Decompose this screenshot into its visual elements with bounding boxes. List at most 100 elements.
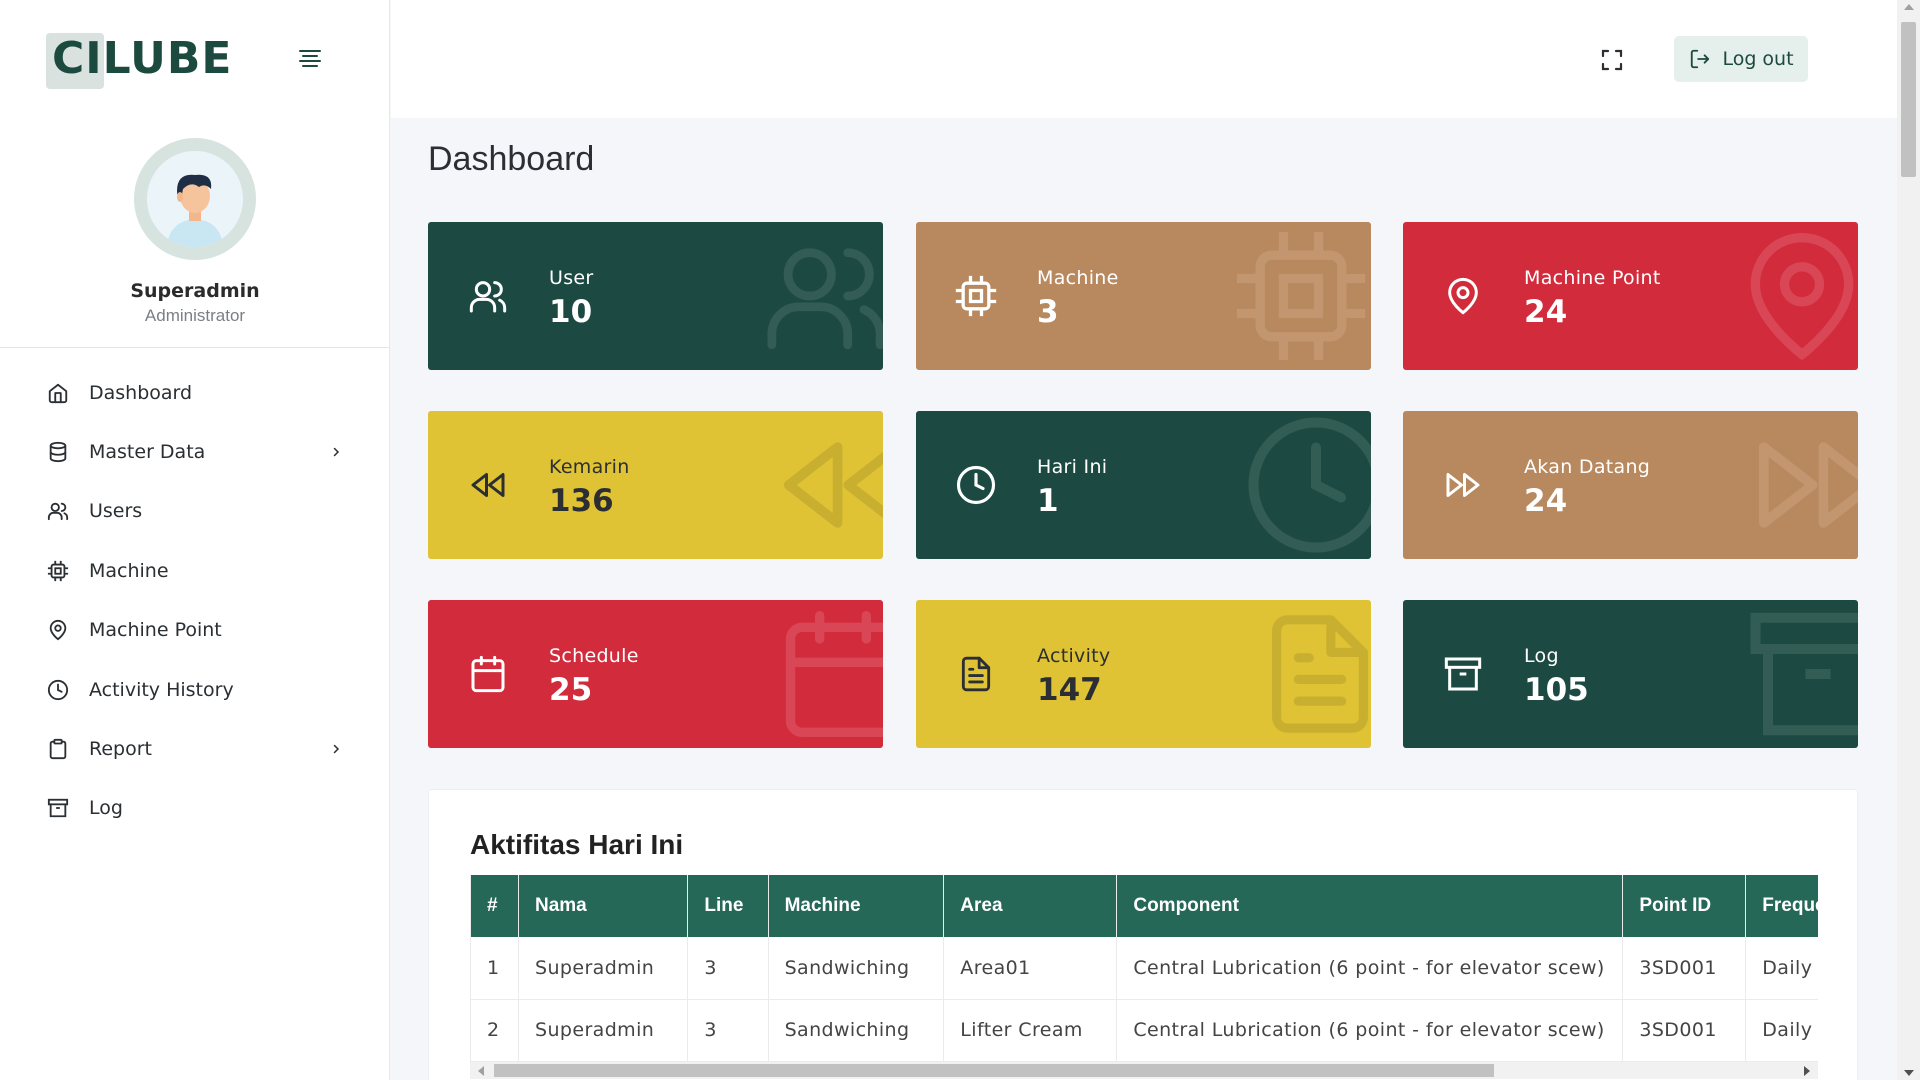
brand-logo[interactable]: CILUBE [46,30,233,89]
sidebar-item-label: Machine Point [89,619,222,642]
table-row[interactable]: 1 Superadmin 3 Sandwiching Area01 Centra… [470,937,1818,1000]
sidebar-item-dashboard[interactable]: Dashboard [0,363,390,422]
brand-name: CILUBE [52,32,233,84]
column-header[interactable]: Component [1116,875,1624,937]
fast-forward-icon [1738,420,1858,550]
table-cell: Central Lubrication (6 point - for eleva… [1116,999,1624,1062]
clock-icon [954,463,998,507]
archive-icon [1441,652,1485,696]
table-cell: 3SD001 [1622,999,1747,1062]
table-cell: Superadmin [518,999,689,1062]
horizontal-scrollbar[interactable] [470,1062,1818,1079]
stat-value: 136 [549,483,614,519]
activity-table: # Nama Line Machine Area Component Point… [470,875,1818,1062]
profile-role: Administrator [144,306,246,325]
stat-value: 147 [1037,672,1102,708]
sidebar-item-machine[interactable]: Machine [0,541,390,600]
stat-card-kemarin[interactable]: Kemarin 136 [428,411,883,559]
logout-button[interactable]: Log out [1674,36,1808,82]
stat-label: Akan Datang [1524,456,1651,478]
table-cell: Sandwiching [768,937,945,1000]
calendar-icon [773,600,883,748]
stat-value: 24 [1524,483,1568,519]
sidebar-nav: Dashboard Master Data Users Machine Mach… [0,363,390,838]
cpu-icon [45,558,71,584]
rewind-icon [763,420,883,550]
stat-card-log[interactable]: Log 105 [1403,600,1858,748]
scroll-up-icon[interactable] [1904,4,1914,10]
home-icon [45,380,71,406]
stat-label: Kemarin [549,456,630,478]
table-cell: Daily [1745,937,1818,1000]
sidebar-item-label: Master Data [89,441,206,464]
vertical-scrollbar[interactable] [1897,0,1920,1080]
column-header[interactable]: Area [943,875,1118,937]
stat-value: 25 [549,672,593,708]
sidebar-divider [0,347,390,348]
scroll-down-icon[interactable] [1904,1070,1914,1076]
fast-forward-icon [1441,463,1485,507]
stat-label: Machine Point [1524,267,1661,289]
column-header[interactable]: Nama [518,875,689,937]
sidebar-item-label: Activity History [89,678,234,701]
sidebar-item-users[interactable]: Users [0,482,390,541]
users-icon [45,498,71,524]
menu-toggle-icon[interactable] [297,47,323,71]
sidebar-item-master-data[interactable]: Master Data [0,422,390,481]
stat-value: 10 [549,294,593,330]
stat-card-machine[interactable]: Machine 3 [916,222,1371,370]
table-cell: 1 [470,937,519,1000]
table-row[interactable]: 2 Superadmin 3 Sandwiching Lifter Cream … [470,999,1818,1062]
column-header[interactable]: Frequency [1745,875,1818,937]
column-header[interactable]: Machine [768,875,945,937]
stat-label: Log [1524,645,1559,667]
sidebar-item-activity-history[interactable]: Activity History [0,660,390,719]
archive-icon [45,795,71,821]
stat-label: User [549,267,594,289]
sidebar-item-label: Report [89,738,152,761]
stat-card-user[interactable]: User 10 [428,222,883,370]
map-pin-icon [1441,274,1485,318]
fullscreen-icon[interactable] [1600,48,1624,72]
avatar [134,138,256,260]
calendar-icon [466,652,510,696]
column-header[interactable]: Line [687,875,769,937]
sidebar-item-log[interactable]: Log [0,779,390,838]
column-header[interactable]: # [470,875,519,937]
stat-card-schedule[interactable]: Schedule 25 [428,600,883,748]
scroll-left-icon[interactable] [478,1066,484,1076]
scrollbar-thumb[interactable] [1901,22,1916,177]
stat-card-hari-ini[interactable]: Hari Ini 1 [916,411,1371,559]
sidebar-item-label: Log [89,797,123,820]
table-cell: Daily [1745,999,1818,1062]
database-icon [45,439,71,465]
table-cell: Superadmin [518,937,689,1000]
table-cell: Central Lubrication (6 point - for eleva… [1116,937,1624,1000]
table-cell: 3SD001 [1622,937,1747,1000]
scroll-right-icon[interactable] [1804,1066,1810,1076]
rewind-icon [466,463,510,507]
sidebar-item-label: Machine [89,559,169,582]
users-icon [761,231,883,361]
file-text-icon [954,652,998,696]
cpu-icon [1231,226,1371,366]
stat-label: Activity [1037,645,1111,667]
user-profile: Superadmin Administrator [0,138,390,326]
sidebar-item-report[interactable]: Report [0,719,390,778]
scrollbar-thumb[interactable] [494,1064,1494,1077]
clock-icon [45,677,71,703]
table-cell: Sandwiching [768,999,945,1062]
stat-label: Hari Ini [1037,456,1108,478]
table-scroll-container[interactable]: # Nama Line Machine Area Component Point… [470,875,1818,1080]
stat-value: 24 [1524,294,1568,330]
map-pin-icon [1732,222,1858,370]
sidebar-item-label: Users [89,500,143,523]
stat-card-akan-datang[interactable]: Akan Datang 24 [1403,411,1858,559]
stat-card-activity[interactable]: Activity 147 [916,600,1371,748]
chevron-right-icon [330,446,342,458]
sidebar-item-machine-point[interactable]: Machine Point [0,601,390,660]
stat-value: 3 [1037,294,1059,330]
column-header[interactable]: Point ID [1622,875,1747,937]
map-pin-icon [45,617,71,643]
stat-card-machine-point[interactable]: Machine Point 24 [1403,222,1858,370]
